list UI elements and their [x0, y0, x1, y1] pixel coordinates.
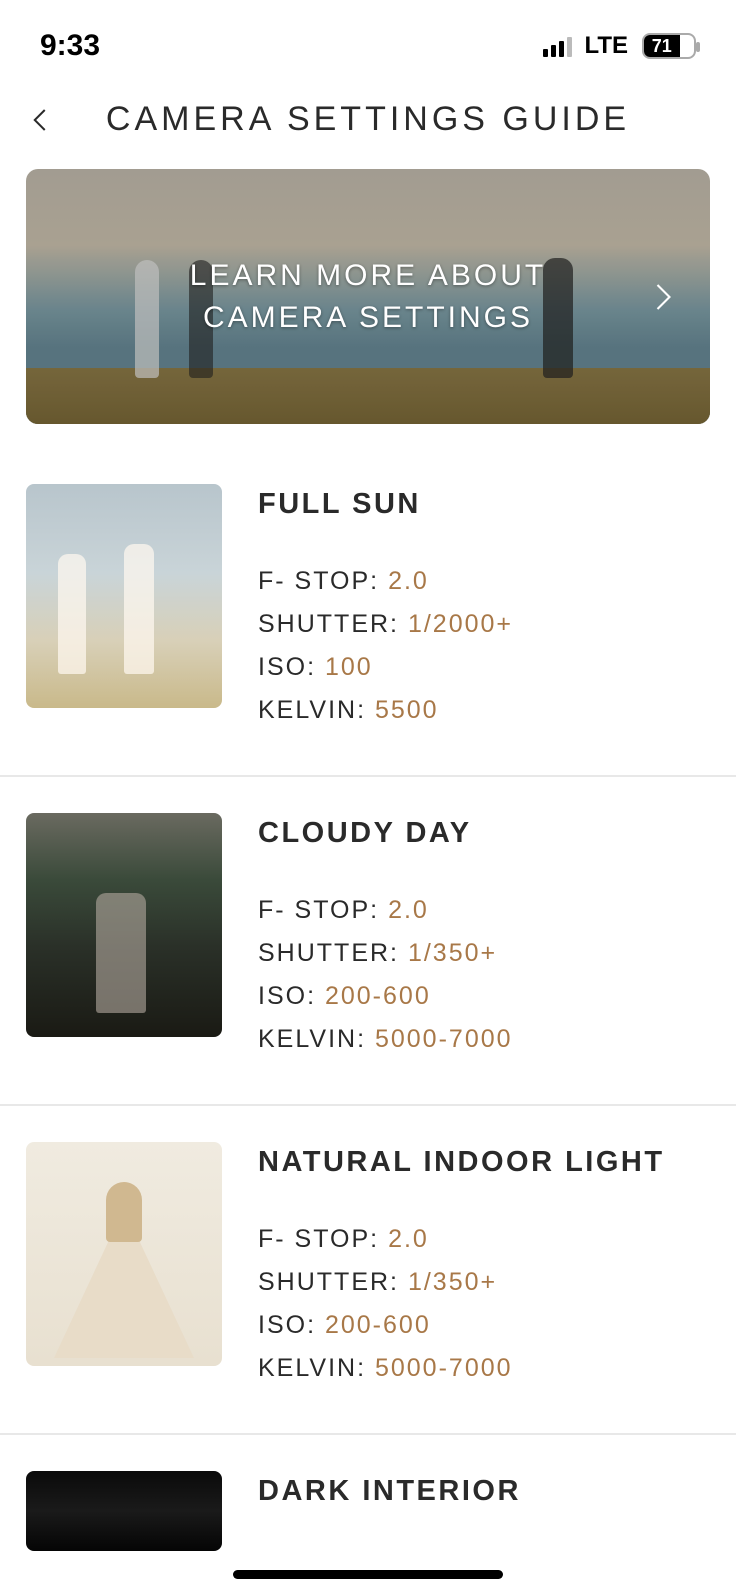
- entry-thumbnail: [26, 484, 222, 708]
- entry-title: CLOUDY DAY: [258, 817, 710, 850]
- status-bar: 9:33 LTE 71: [0, 0, 736, 80]
- signal-icon: [543, 35, 572, 57]
- entry-thumbnail: [26, 813, 222, 1037]
- entry-thumbnail: [26, 1142, 222, 1366]
- hero-card[interactable]: LEARN MORE ABOUT CAMERA SETTINGS: [26, 169, 710, 424]
- entry-title: FULL SUN: [258, 488, 710, 521]
- spec-iso: ISO: 100: [258, 653, 710, 682]
- spec-shutter: SHUTTER: 1/2000+: [258, 610, 710, 639]
- hero-line1: LEARN MORE ABOUT: [190, 255, 546, 297]
- spec-kelvin: KELVIN: 5000-7000: [258, 1354, 710, 1383]
- back-button[interactable]: [26, 105, 56, 135]
- network-label: LTE: [584, 32, 628, 60]
- chevron-right-icon: [644, 279, 680, 315]
- spec-iso: ISO: 200-600: [258, 1311, 710, 1340]
- status-indicators: LTE 71: [543, 32, 696, 60]
- entry-content: DARK INTERIOR: [258, 1471, 710, 1551]
- spec-shutter: SHUTTER: 1/350+: [258, 939, 710, 968]
- header: CAMERA SETTINGS GUIDE: [0, 80, 736, 169]
- battery-icon: 71: [642, 33, 696, 59]
- spec-fstop: F- STOP: 2.0: [258, 567, 710, 596]
- entry-content: NATURAL INDOOR LIGHT F- STOP: 2.0 SHUTTE…: [258, 1142, 710, 1397]
- spec-kelvin: KELVIN: 5000-7000: [258, 1025, 710, 1054]
- entry-thumbnail: [26, 1471, 222, 1551]
- entry-title: NATURAL INDOOR LIGHT: [258, 1146, 710, 1179]
- spec-iso: ISO: 200-600: [258, 982, 710, 1011]
- settings-entry-natural-indoor[interactable]: NATURAL INDOOR LIGHT F- STOP: 2.0 SHUTTE…: [0, 1142, 736, 1435]
- battery-level: 71: [644, 35, 680, 57]
- page-title: CAMERA SETTINGS GUIDE: [56, 100, 710, 139]
- spec-fstop: F- STOP: 2.0: [258, 1225, 710, 1254]
- settings-entry-full-sun[interactable]: FULL SUN F- STOP: 2.0 SHUTTER: 1/2000+ I…: [0, 484, 736, 777]
- spec-fstop: F- STOP: 2.0: [258, 896, 710, 925]
- hero-chevron: [644, 279, 680, 315]
- entry-content: CLOUDY DAY F- STOP: 2.0 SHUTTER: 1/350+ …: [258, 813, 710, 1068]
- settings-entry-cloudy-day[interactable]: CLOUDY DAY F- STOP: 2.0 SHUTTER: 1/350+ …: [0, 813, 736, 1106]
- status-time: 9:33: [40, 29, 100, 63]
- hero-text: LEARN MORE ABOUT CAMERA SETTINGS: [110, 255, 626, 339]
- entry-content: FULL SUN F- STOP: 2.0 SHUTTER: 1/2000+ I…: [258, 484, 710, 739]
- spec-shutter: SHUTTER: 1/350+: [258, 1268, 710, 1297]
- hero-line2: CAMERA SETTINGS: [190, 297, 546, 339]
- spec-kelvin: KELVIN: 5500: [258, 696, 710, 725]
- chevron-left-icon: [26, 105, 56, 135]
- settings-entry-dark-interior[interactable]: DARK INTERIOR: [0, 1471, 736, 1551]
- home-indicator[interactable]: [233, 1570, 503, 1579]
- entry-title: DARK INTERIOR: [258, 1475, 710, 1508]
